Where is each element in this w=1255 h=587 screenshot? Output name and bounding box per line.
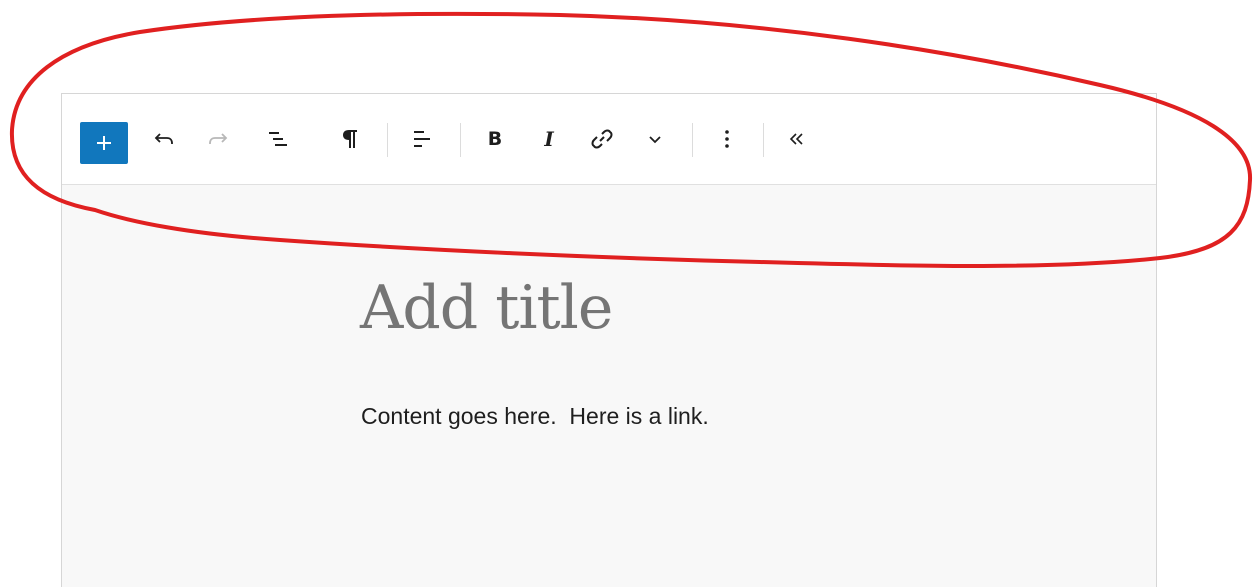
undo-icon (152, 127, 176, 151)
list-view-icon (266, 127, 290, 151)
toolbar-separator (460, 123, 461, 157)
redo-icon (206, 127, 230, 151)
block-editor: B I Add title Content goes here. Here is… (61, 93, 1157, 587)
document-overview-button[interactable] (258, 119, 298, 159)
bold-label: B (487, 127, 503, 150)
undo-button[interactable] (146, 119, 182, 159)
double-chevron-left-icon (787, 129, 807, 149)
toolbar-separator (692, 123, 693, 157)
redo-button[interactable] (200, 119, 236, 159)
chevron-down-icon (646, 130, 664, 148)
plus-icon (95, 134, 113, 152)
add-block-button[interactable] (80, 122, 128, 164)
link-icon (591, 128, 613, 150)
italic-label: I (544, 127, 554, 151)
options-button[interactable] (712, 119, 742, 159)
vertical-ellipsis-icon (722, 127, 732, 151)
paragraph-block-button[interactable] (332, 119, 368, 159)
toolbar-separator (763, 123, 764, 157)
link-button[interactable] (584, 119, 620, 159)
align-left-icon (410, 127, 434, 151)
pilcrow-icon (339, 127, 361, 151)
more-formatting-button[interactable] (640, 119, 670, 159)
editor-toolbar: B I (62, 94, 1156, 185)
screenshot-stage: B I Add title Content goes here. Here is… (0, 0, 1255, 587)
paragraph-block[interactable]: Content goes here. Here is a link. (361, 405, 709, 428)
toolbar-separator (387, 123, 388, 157)
collapse-toolbar-button[interactable] (782, 119, 812, 159)
bold-button[interactable]: B (480, 119, 510, 159)
post-title-placeholder[interactable]: Add title (360, 278, 613, 338)
italic-button[interactable]: I (534, 119, 564, 159)
align-button[interactable] (404, 119, 440, 159)
